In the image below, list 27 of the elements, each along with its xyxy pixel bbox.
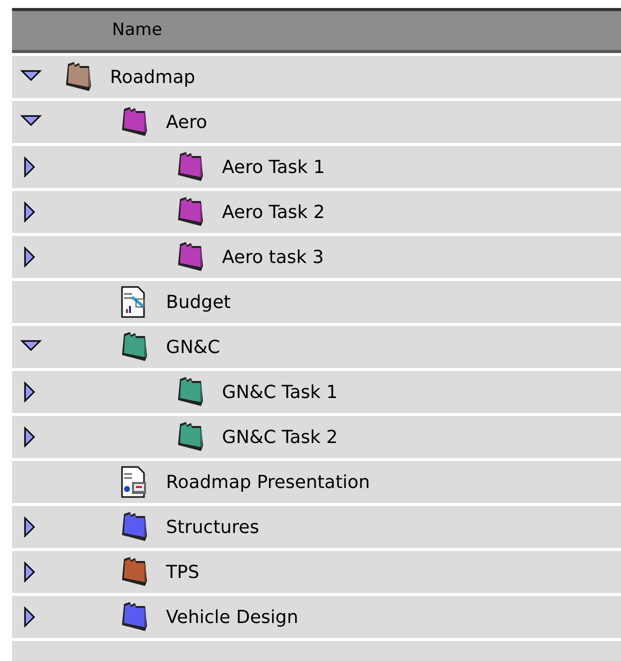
item-name: Aero Task 1 (222, 156, 325, 178)
tree-row[interactable]: Aero task 3 (12, 236, 621, 278)
tree-row[interactable]: Structures (12, 506, 621, 548)
tree-row[interactable]: Roadmap (12, 56, 621, 98)
column-header[interactable]: Name (12, 8, 621, 53)
item-name: Structures (166, 516, 260, 538)
item-name: Roadmap (110, 66, 196, 88)
item-name: Aero Task 2 (222, 202, 325, 222)
tree-row[interactable]: Budget (12, 281, 621, 323)
item-name: Vehicle Design (166, 606, 298, 628)
tree-row[interactable]: TPS (12, 551, 621, 593)
tree-row[interactable]: GN&C (12, 326, 621, 368)
item-name: Aero task 3 (222, 246, 324, 268)
item-name: Roadmap Presentation (166, 472, 370, 492)
tree-row[interactable]: GN&C Task 2 (12, 416, 621, 458)
tree-row[interactable]: GN&C Task 1 (12, 371, 621, 413)
item-name: GN&C Task 1 (222, 382, 338, 402)
item-name: Aero (166, 112, 208, 132)
tree-row[interactable]: Aero Task 2 (12, 191, 621, 233)
tree-row[interactable]: Roadmap Presentation (12, 461, 621, 503)
item-name: GN&C Task 2 (222, 426, 338, 448)
tree-row[interactable]: Vehicle Design (12, 596, 621, 638)
item-name: Budget (166, 292, 231, 312)
tree-row[interactable]: Aero (12, 101, 621, 143)
item-name: TPS (166, 562, 200, 582)
tree-row[interactable]: Aero Task 1 (12, 146, 621, 188)
item-name: GN&C (166, 336, 220, 358)
